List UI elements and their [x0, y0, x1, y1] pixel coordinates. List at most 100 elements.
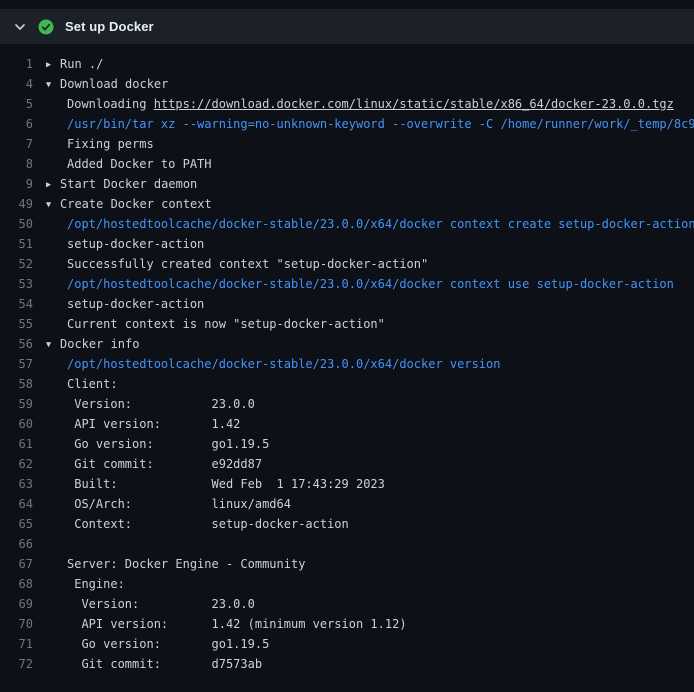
- command-text: /opt/hostedtoolcache/docker-stable/23.0.…: [46, 354, 694, 374]
- line-number[interactable]: 58: [0, 374, 46, 394]
- line-number[interactable]: 53: [0, 274, 46, 294]
- line-number[interactable]: 54: [0, 294, 46, 314]
- log-text: Built: Wed Feb 1 17:43:29 2023: [46, 474, 694, 494]
- log-line: 57/opt/hostedtoolcache/docker-stable/23.…: [0, 354, 694, 374]
- line-number[interactable]: 71: [0, 634, 46, 654]
- command-text: /opt/hostedtoolcache/docker-stable/23.0.…: [46, 214, 694, 234]
- log-line: 54setup-docker-action: [0, 294, 694, 314]
- log-text: Successfully created context "setup-dock…: [46, 254, 694, 274]
- log-group-header[interactable]: 4▼Download docker: [0, 74, 694, 94]
- triangle-right-icon[interactable]: ▶: [46, 175, 60, 194]
- log-text-prefix: Downloading: [67, 97, 154, 111]
- line-number[interactable]: 68: [0, 574, 46, 594]
- log-text: Server: Docker Engine - Community: [46, 554, 694, 574]
- triangle-right-icon[interactable]: ▶: [46, 55, 60, 74]
- group-title: Start Docker daemon: [60, 177, 197, 191]
- log-line: 50/opt/hostedtoolcache/docker-stable/23.…: [0, 214, 694, 234]
- log-text: Downloading https://download.docker.com/…: [46, 94, 694, 114]
- log-line: 64 OS/Arch: linux/amd64: [0, 494, 694, 514]
- log-container: 1▶Run ./4▼Download docker5Downloading ht…: [0, 44, 694, 674]
- log-line: 65 Context: setup-docker-action: [0, 514, 694, 534]
- log-line: 51setup-docker-action: [0, 234, 694, 254]
- log-text: API version: 1.42 (minimum version 1.12): [46, 614, 694, 634]
- line-number[interactable]: 70: [0, 614, 46, 634]
- triangle-down-icon[interactable]: ▼: [46, 335, 60, 354]
- log-group-header[interactable]: 56▼Docker info: [0, 334, 694, 354]
- line-number[interactable]: 8: [0, 154, 46, 174]
- log-text: Engine:: [46, 574, 694, 594]
- line-number[interactable]: 55: [0, 314, 46, 334]
- download-url-link[interactable]: https://download.docker.com/linux/static…: [154, 97, 674, 111]
- line-number[interactable]: 69: [0, 594, 46, 614]
- line-number[interactable]: 6: [0, 114, 46, 134]
- line-number[interactable]: 7: [0, 134, 46, 154]
- log-text: Current context is now "setup-docker-act…: [46, 314, 694, 334]
- group-title: Run ./: [60, 57, 103, 71]
- log-line: 63 Built: Wed Feb 1 17:43:29 2023: [0, 474, 694, 494]
- line-number[interactable]: 62: [0, 454, 46, 474]
- group-header-content: ▼Create Docker context: [46, 194, 694, 214]
- log-text: API version: 1.42: [46, 414, 694, 434]
- line-number[interactable]: 1: [0, 54, 46, 74]
- log-line: 55Current context is now "setup-docker-a…: [0, 314, 694, 334]
- log-text: Git commit: e92dd87: [46, 454, 694, 474]
- log-line: 71 Go version: go1.19.5: [0, 634, 694, 654]
- group-title: Download docker: [60, 77, 168, 91]
- line-number[interactable]: 72: [0, 654, 46, 674]
- line-number[interactable]: 60: [0, 414, 46, 434]
- log-line: 5Downloading https://download.docker.com…: [0, 94, 694, 114]
- line-number[interactable]: 9: [0, 174, 46, 194]
- log-line: 67Server: Docker Engine - Community: [0, 554, 694, 574]
- log-text: Go version: go1.19.5: [46, 434, 694, 454]
- line-number[interactable]: 4: [0, 74, 46, 94]
- line-number[interactable]: 5: [0, 94, 46, 114]
- step-setup-docker: Set up Docker 1▶Run ./4▼Download docker5…: [0, 9, 694, 674]
- line-number[interactable]: 49: [0, 194, 46, 214]
- log-line: 66: [0, 534, 694, 554]
- log-text: Added Docker to PATH: [46, 154, 694, 174]
- log-line: 53/opt/hostedtoolcache/docker-stable/23.…: [0, 274, 694, 294]
- success-check-circle-icon: [38, 19, 54, 35]
- group-header-content: ▼Download docker: [46, 74, 694, 94]
- log-text: OS/Arch: linux/amd64: [46, 494, 694, 514]
- line-number[interactable]: 50: [0, 214, 46, 234]
- log-line: 7Fixing perms: [0, 134, 694, 154]
- line-number[interactable]: 51: [0, 234, 46, 254]
- group-header-content: ▶Run ./: [46, 54, 694, 74]
- log-text: Go version: go1.19.5: [46, 634, 694, 654]
- line-number[interactable]: 52: [0, 254, 46, 274]
- log-text: Context: setup-docker-action: [46, 514, 694, 534]
- line-number[interactable]: 64: [0, 494, 46, 514]
- log-text: setup-docker-action: [46, 234, 694, 254]
- triangle-down-icon[interactable]: ▼: [46, 75, 60, 94]
- log-line: 70 API version: 1.42 (minimum version 1.…: [0, 614, 694, 634]
- step-header[interactable]: Set up Docker: [0, 9, 694, 44]
- log-group-header[interactable]: 1▶Run ./: [0, 54, 694, 74]
- line-number[interactable]: 67: [0, 554, 46, 574]
- command-text: /usr/bin/tar xz --warning=no-unknown-key…: [46, 114, 694, 134]
- line-number[interactable]: 57: [0, 354, 46, 374]
- line-number[interactable]: 56: [0, 334, 46, 354]
- log-text: Version: 23.0.0: [46, 394, 694, 414]
- log-line: 6/usr/bin/tar xz --warning=no-unknown-ke…: [0, 114, 694, 134]
- log-text: setup-docker-action: [46, 294, 694, 314]
- log-line: 8Added Docker to PATH: [0, 154, 694, 174]
- log-line: 58Client:: [0, 374, 694, 394]
- triangle-down-icon[interactable]: ▼: [46, 195, 60, 214]
- line-number[interactable]: 63: [0, 474, 46, 494]
- log-line: 72 Git commit: d7573ab: [0, 654, 694, 674]
- log-group-header[interactable]: 49▼Create Docker context: [0, 194, 694, 214]
- log-line: 61 Go version: go1.19.5: [0, 434, 694, 454]
- log-text: Git commit: d7573ab: [46, 654, 694, 674]
- log-text: [46, 534, 694, 554]
- line-number[interactable]: 59: [0, 394, 46, 414]
- line-number[interactable]: 65: [0, 514, 46, 534]
- log-group-header[interactable]: 9▶Start Docker daemon: [0, 174, 694, 194]
- log-line: 68 Engine:: [0, 574, 694, 594]
- line-number[interactable]: 66: [0, 534, 46, 554]
- command-text: /opt/hostedtoolcache/docker-stable/23.0.…: [46, 274, 694, 294]
- log-text: Version: 23.0.0: [46, 594, 694, 614]
- chevron-down-icon[interactable]: [14, 21, 26, 33]
- line-number[interactable]: 61: [0, 434, 46, 454]
- log-line: 69 Version: 23.0.0: [0, 594, 694, 614]
